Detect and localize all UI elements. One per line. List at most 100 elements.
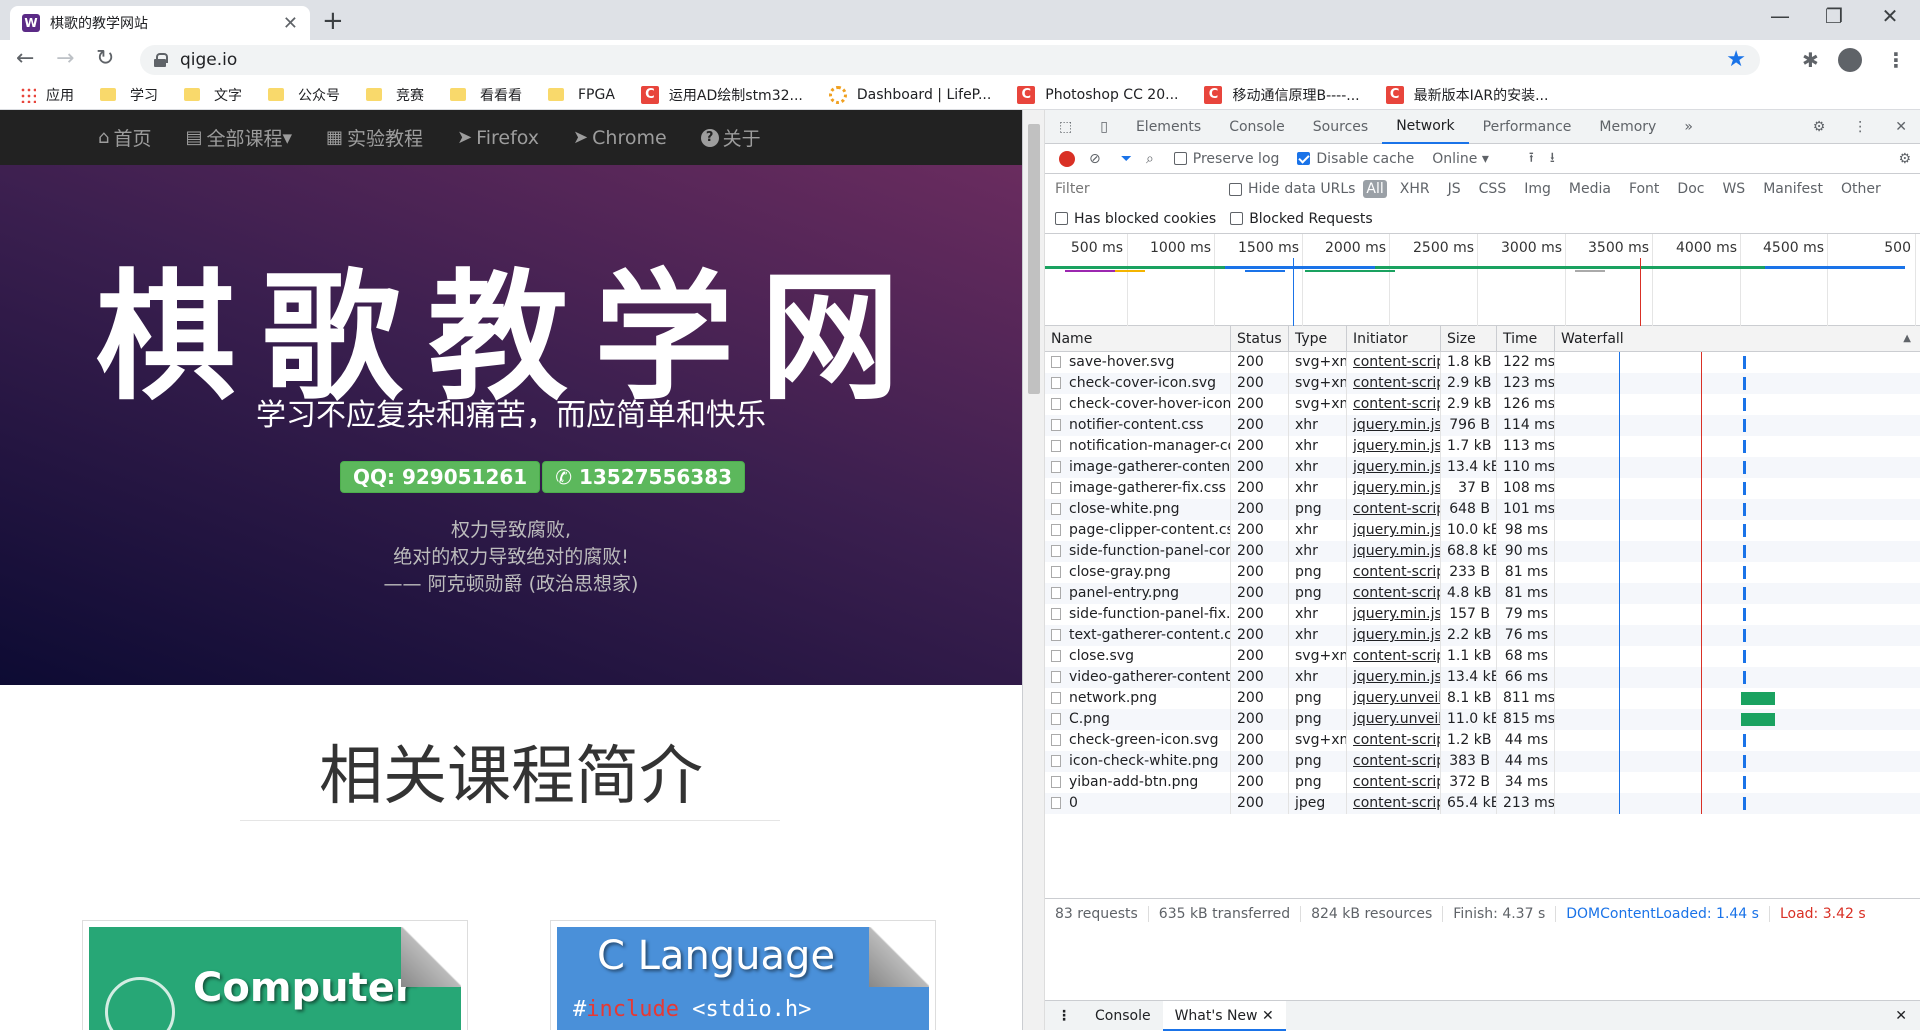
back-icon[interactable]: ← xyxy=(16,46,34,71)
export-har-icon[interactable]: ⭳ xyxy=(1550,147,1555,171)
extensions-icon[interactable]: ✱ xyxy=(1802,48,1819,72)
cell-initiator[interactable]: jquery.min.js:4 xyxy=(1347,457,1441,478)
phone-button[interactable]: ✆ 13527556383 xyxy=(542,461,746,493)
site-nav-item[interactable]: ▤ 全部课程 ▾ xyxy=(185,124,292,151)
browser-tab[interactable]: W 棋歌的教学网站 ✕ xyxy=(10,6,310,40)
drawer-tab-whats-new[interactable]: What's New ✕ xyxy=(1162,1000,1286,1031)
forward-icon[interactable]: → xyxy=(56,46,74,71)
cell-initiator[interactable]: content-script... xyxy=(1347,352,1441,373)
device-toolbar-icon[interactable]: ▯ xyxy=(1086,110,1122,144)
blocked-requests-checkbox[interactable]: Blocked Requests xyxy=(1230,211,1373,227)
cell-name[interactable]: video-gatherer-content.css xyxy=(1045,667,1231,688)
table-row[interactable]: image-gatherer-content.css 200 xhr jquery.m… xyxy=(1045,457,1920,478)
clear-icon[interactable]: ⊘ xyxy=(1089,151,1101,167)
blocked-cookies-checkbox[interactable]: Has blocked cookies xyxy=(1055,211,1216,227)
table-row[interactable]: side-function-panel-fix.css 200 xhr jquery.… xyxy=(1045,604,1920,625)
site-nav-item[interactable]: ➤ Firefox xyxy=(457,127,539,149)
drawer-menu-icon[interactable]: ⋮ xyxy=(1045,1008,1083,1024)
preserve-log-checkbox[interactable]: Preserve log xyxy=(1173,151,1279,167)
profile-avatar-icon[interactable] xyxy=(1838,48,1862,72)
cell-name[interactable]: close-gray.png xyxy=(1045,562,1231,583)
column-header-initiator[interactable]: Initiator xyxy=(1347,326,1441,352)
table-row[interactable]: icon-check-white.png 200 png content-script… xyxy=(1045,751,1920,772)
table-row[interactable]: text-gatherer-content.css 200 xhr jquery.mi… xyxy=(1045,625,1920,646)
new-tab-button[interactable]: + xyxy=(322,6,344,36)
table-row[interactable]: page-clipper-content.css 200 xhr jquery.min… xyxy=(1045,520,1920,541)
column-header-size[interactable]: Size xyxy=(1441,326,1497,352)
close-icon[interactable]: ✕ xyxy=(1262,1008,1274,1024)
menu-kebab-icon[interactable]: ⋮ xyxy=(1886,48,1906,72)
type-filter-doc[interactable]: Doc xyxy=(1674,180,1707,198)
type-filter-xhr[interactable]: XHR xyxy=(1397,180,1433,198)
table-row[interactable]: video-gatherer-content.css 200 xhr jquery.m… xyxy=(1045,667,1920,688)
sort-up-icon[interactable]: ▲ xyxy=(1903,326,1911,352)
cell-name[interactable]: 0 xyxy=(1045,793,1231,814)
table-row[interactable]: check-green-icon.svg 200 svg+xml content-sc… xyxy=(1045,730,1920,751)
cell-initiator[interactable]: jquery.unveil.... xyxy=(1347,688,1441,709)
table-row[interactable]: side-function-panel-conten... 200 xhr jquer… xyxy=(1045,541,1920,562)
cell-name[interactable]: C.png xyxy=(1045,709,1231,730)
type-filter-media[interactable]: Media xyxy=(1566,180,1614,198)
settings-gear-icon[interactable]: ⚙ xyxy=(1799,110,1840,144)
cell-initiator[interactable]: content-script... xyxy=(1347,646,1441,667)
record-icon[interactable] xyxy=(1059,150,1075,167)
column-header-name[interactable]: Name xyxy=(1045,326,1231,352)
cell-name[interactable]: save-hover.svg xyxy=(1045,352,1231,373)
table-row[interactable]: notifier-content.css 200 xhr jquery.min.js:… xyxy=(1045,415,1920,436)
column-header-time[interactable]: Time xyxy=(1497,326,1555,352)
cell-name[interactable]: check-cover-icon.svg xyxy=(1045,373,1231,394)
close-drawer-icon[interactable]: ✕ xyxy=(1881,1008,1920,1024)
search-icon[interactable]: ⌕ xyxy=(1146,151,1154,167)
tab-performance[interactable]: Performance xyxy=(1469,110,1586,144)
table-row[interactable]: network.png 200 png jquery.unveil.... 8.1 kB… xyxy=(1045,688,1920,709)
cell-initiator[interactable]: content-script... xyxy=(1347,583,1441,604)
table-row[interactable]: image-gatherer-fix.css 200 xhr jquery.min.j… xyxy=(1045,478,1920,499)
maximize-button[interactable]: ❐ xyxy=(1814,4,1854,28)
bookmark-item[interactable]: 看看看 xyxy=(450,85,522,105)
type-filter-ws[interactable]: WS xyxy=(1719,180,1748,198)
bookmark-star-icon[interactable]: ★ xyxy=(1726,47,1746,72)
cell-initiator[interactable]: content-script... xyxy=(1347,793,1441,814)
tab-sources[interactable]: Sources xyxy=(1299,110,1382,144)
bookmark-item[interactable]: 文字 xyxy=(184,85,242,105)
bookmark-item[interactable]: Dashboard | LifeP... xyxy=(828,85,991,104)
type-filter-font[interactable]: Font xyxy=(1626,180,1662,198)
cell-initiator[interactable]: content-script... xyxy=(1347,373,1441,394)
cell-initiator[interactable]: jquery.unveil.... xyxy=(1347,709,1441,730)
close-devtools-icon[interactable]: ✕ xyxy=(1881,110,1920,144)
site-nav-item[interactable]: ▦ 实验教程 xyxy=(326,124,423,151)
table-row[interactable]: panel-entry.png 200 png content-script... 4.… xyxy=(1045,583,1920,604)
tab-console[interactable]: Console xyxy=(1215,110,1299,144)
type-filter-manifest[interactable]: Manifest xyxy=(1760,180,1826,198)
cell-name[interactable]: network.png xyxy=(1045,688,1231,709)
table-row[interactable]: save-hover.svg 200 svg+xml content-script..… xyxy=(1045,352,1920,373)
page-scrollbar[interactable] xyxy=(1023,110,1045,1030)
bookmark-item[interactable]: C 运用AD绘制stm32... xyxy=(640,85,803,105)
table-row[interactable]: check-cover-hover-icon.svg 200 svg+xml cont… xyxy=(1045,394,1920,415)
close-window-button[interactable]: ✕ xyxy=(1870,4,1910,28)
cell-name[interactable]: notifier-content.css xyxy=(1045,415,1231,436)
type-filter-js[interactable]: JS xyxy=(1445,180,1464,198)
cell-initiator[interactable]: jquery.min.js:4 xyxy=(1347,541,1441,562)
reload-icon[interactable]: ↻ xyxy=(96,46,114,71)
cell-name[interactable]: notification-manager-conte... xyxy=(1045,436,1231,457)
course-card-c[interactable]: C Language #include <stdio.h> xyxy=(550,920,936,1030)
type-filter-css[interactable]: CSS xyxy=(1476,180,1510,198)
table-row[interactable]: C.png 200 png jquery.unveil.... 11.0 kB 815 m… xyxy=(1045,709,1920,730)
cell-initiator[interactable]: jquery.min.js:4 xyxy=(1347,520,1441,541)
cell-name[interactable]: page-clipper-content.css xyxy=(1045,520,1231,541)
cell-initiator[interactable]: jquery.min.js:4 xyxy=(1347,625,1441,646)
network-settings-icon[interactable]: ⚙ xyxy=(1898,151,1911,167)
hide-data-urls-checkbox[interactable]: Hide data URLs xyxy=(1229,181,1355,197)
cell-initiator[interactable]: content-script... xyxy=(1347,730,1441,751)
cell-initiator[interactable]: jquery.min.js:4 xyxy=(1347,667,1441,688)
scrollbar-thumb[interactable] xyxy=(1028,124,1040,394)
table-row[interactable]: 0 200 jpeg content-script... 65.4 kB 213 ms xyxy=(1045,793,1920,814)
bookmark-item[interactable]: FPGA xyxy=(548,87,615,103)
address-bar[interactable]: qige.io ★ xyxy=(140,45,1760,75)
cell-name[interactable]: panel-entry.png xyxy=(1045,583,1231,604)
bookmark-item[interactable]: 应用 xyxy=(20,85,74,105)
cell-initiator[interactable]: content-script... xyxy=(1347,394,1441,415)
request-table-body[interactable]: save-hover.svg 200 svg+xml content-script..… xyxy=(1045,352,1920,814)
cell-name[interactable]: close-white.png xyxy=(1045,499,1231,520)
